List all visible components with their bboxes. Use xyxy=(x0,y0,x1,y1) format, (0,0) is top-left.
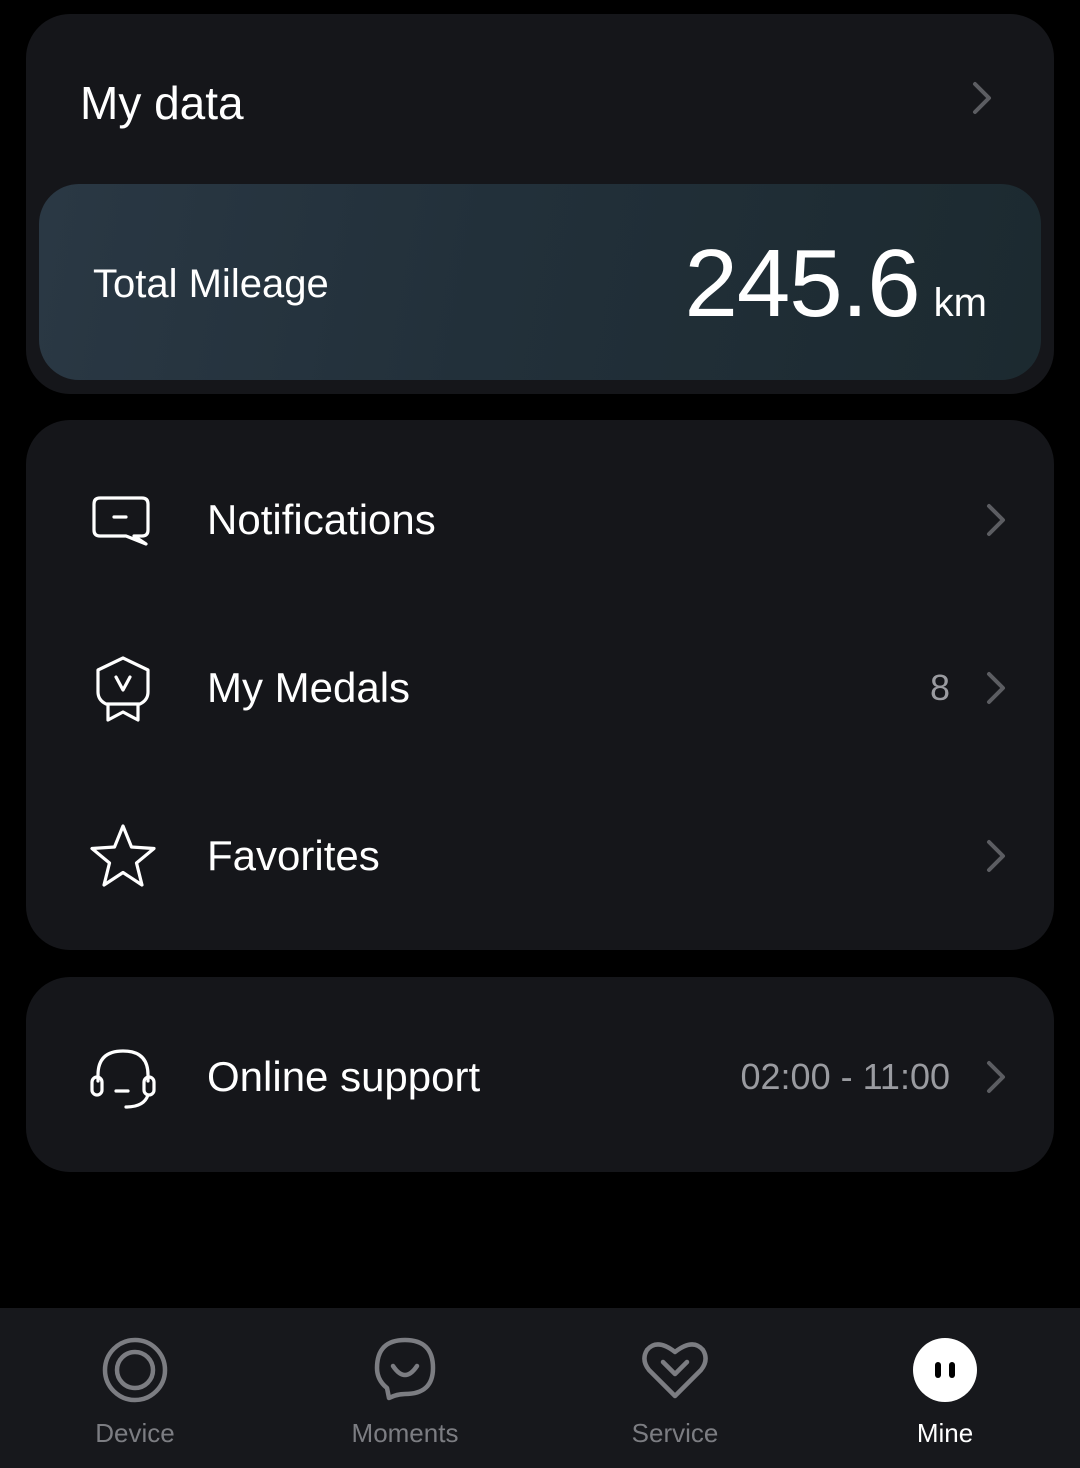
mileage-unit: km xyxy=(933,281,987,325)
tab-moments-label: Moments xyxy=(351,1418,459,1448)
smile-bubble-icon xyxy=(369,1334,441,1406)
chevron-right-icon xyxy=(976,500,1016,540)
tab-service[interactable]: Service xyxy=(540,1308,810,1468)
my-data-title: My data xyxy=(80,77,244,129)
menu-card: Notifications My Medals 8 Favorites xyxy=(26,420,1054,950)
mileage-number: 245.6 xyxy=(684,230,920,337)
my-data-card[interactable]: My data Total Mileage 245.6 km xyxy=(26,14,1054,394)
online-support-row[interactable]: Online support 02:00 - 11:00 xyxy=(26,1005,1054,1145)
mine-page: My data Total Mileage 245.6 km Notificat… xyxy=(0,0,1080,1468)
star-icon xyxy=(86,820,160,894)
total-mileage-label: Total Mileage xyxy=(93,262,329,306)
tab-mine[interactable]: Mine xyxy=(810,1308,1080,1468)
message-icon xyxy=(86,484,160,558)
heart-icon xyxy=(639,1334,711,1406)
total-mileage-value: 245.6 km xyxy=(684,234,987,334)
tab-device-label: Device xyxy=(95,1418,175,1448)
support-card: Online support 02:00 - 11:00 xyxy=(26,977,1054,1172)
headset-icon xyxy=(86,1041,160,1115)
device-ring-icon xyxy=(99,1334,171,1406)
chevron-right-icon xyxy=(976,1057,1016,1097)
online-support-label: Online support xyxy=(207,1053,481,1100)
my-medals-label: My Medals xyxy=(207,664,411,711)
tab-device[interactable]: Device xyxy=(0,1308,270,1468)
notifications-row[interactable]: Notifications xyxy=(26,448,1054,588)
notifications-label: Notifications xyxy=(207,496,436,543)
support-hours: 02:00 - 11:00 xyxy=(740,1056,951,1097)
mine-face-icon xyxy=(909,1334,981,1406)
medal-icon xyxy=(86,652,160,726)
chevron-right-icon xyxy=(976,668,1016,708)
medal-count: 8 xyxy=(929,667,950,708)
bottom-tab-bar: Device Moments Service Mine xyxy=(0,1308,1080,1468)
chevron-right-icon xyxy=(976,836,1016,876)
my-medals-row[interactable]: My Medals 8 xyxy=(26,616,1054,756)
tab-moments[interactable]: Moments xyxy=(270,1308,540,1468)
favorites-label: Favorites xyxy=(207,832,380,879)
total-mileage-panel[interactable]: Total Mileage 245.6 km xyxy=(39,184,1041,380)
tab-service-label: Service xyxy=(631,1418,719,1448)
chevron-right-icon[interactable] xyxy=(962,78,1002,118)
favorites-row[interactable]: Favorites xyxy=(26,784,1054,924)
tab-mine-label: Mine xyxy=(916,1418,974,1448)
